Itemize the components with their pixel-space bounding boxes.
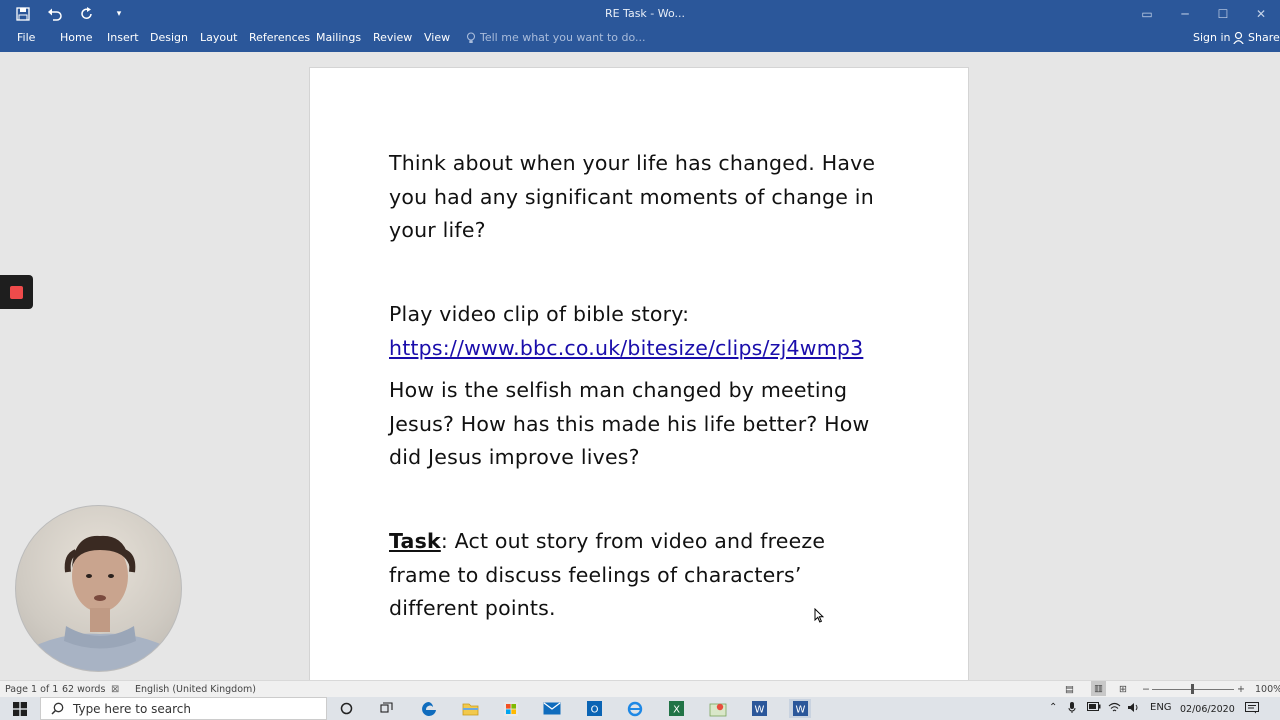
lightbulb-icon: [466, 31, 476, 43]
tell-me-placeholder: Tell me what you want to do...: [480, 31, 646, 44]
word-count[interactable]: 62 words: [62, 684, 105, 695]
store-icon[interactable]: [500, 699, 522, 718]
ribbon-display-options-icon[interactable]: ▭: [1128, 0, 1166, 28]
task-text: : Act out story from video and freeze fr…: [389, 529, 826, 621]
tab-references[interactable]: References: [249, 31, 310, 44]
outlook-icon[interactable]: O: [583, 699, 605, 718]
mouse-cursor-icon: [814, 608, 824, 623]
svg-text:O: O: [590, 705, 598, 716]
paragraph-video-clip[interactable]: Play video clip of bible story:: [389, 298, 889, 332]
language-indicator[interactable]: English (United Kingdom): [135, 684, 256, 695]
taskbar-search-box[interactable]: Type here to search: [40, 697, 327, 720]
cortana-icon[interactable]: [335, 699, 357, 718]
title-bar: ▾ RE Task - Wo... ▭ ─ ☐ ✕: [0, 0, 1280, 28]
maps-icon[interactable]: [707, 699, 729, 718]
word-icon[interactable]: W: [748, 699, 770, 718]
tab-mailings[interactable]: Mailings: [316, 31, 361, 44]
document-page[interactable]: Think about when your life has changed. …: [309, 67, 969, 687]
share-button[interactable]: Share: [1233, 31, 1280, 44]
task-view-icon[interactable]: [375, 699, 397, 718]
read-mode-icon[interactable]: ▤: [1065, 684, 1074, 695]
search-icon: [51, 702, 64, 715]
excel-icon[interactable]: X: [665, 699, 687, 718]
zoom-in-button[interactable]: +: [1237, 684, 1245, 695]
show-hidden-icons-icon[interactable]: ⌃: [1049, 702, 1057, 713]
word-active-window-icon[interactable]: W: [789, 699, 811, 718]
page-count[interactable]: Page 1 of 1: [5, 684, 58, 695]
print-layout-icon[interactable]: ▥: [1091, 681, 1106, 696]
tab-layout[interactable]: Layout: [200, 31, 237, 44]
tab-home[interactable]: Home: [60, 31, 92, 44]
system-date[interactable]: 02/06/2020: [1180, 704, 1235, 715]
tab-design[interactable]: Design: [150, 31, 188, 44]
share-label: Share: [1248, 31, 1280, 44]
document-canvas[interactable]: Think about when your life has changed. …: [0, 52, 1280, 687]
status-bar: Page 1 of 1 62 words ⊠ English (United K…: [0, 680, 1280, 697]
bbc-bitesize-link[interactable]: https://www.bbc.co.uk/bitesize/clips/zj4…: [389, 336, 863, 360]
zoom-slider-thumb[interactable]: [1191, 684, 1194, 694]
close-icon[interactable]: ✕: [1242, 0, 1280, 28]
mail-icon[interactable]: [541, 699, 563, 718]
internet-explorer-icon[interactable]: [624, 699, 646, 718]
tab-review[interactable]: Review: [373, 31, 412, 44]
sign-in-link[interactable]: Sign in: [1193, 31, 1231, 44]
taskbar-search-placeholder: Type here to search: [73, 701, 191, 716]
input-language[interactable]: ENG: [1150, 702, 1172, 713]
maximize-icon[interactable]: ☐: [1204, 0, 1242, 28]
document-title: RE Task - Wo...: [604, 7, 686, 20]
window-controls: ▭ ─ ☐ ✕: [1128, 0, 1280, 28]
proofing-icon[interactable]: ⊠: [111, 684, 119, 695]
svg-text:W: W: [795, 705, 805, 716]
file-explorer-icon[interactable]: [459, 699, 481, 718]
edge-icon[interactable]: [418, 699, 440, 718]
microphone-icon[interactable]: [1068, 702, 1076, 717]
tab-file[interactable]: File: [17, 31, 35, 44]
zoom-out-button[interactable]: −: [1142, 684, 1150, 695]
presenter-silhouette-icon: [16, 535, 181, 671]
battery-icon[interactable]: [1087, 702, 1101, 714]
webcam-overlay: [15, 505, 182, 672]
stop-recording-button[interactable]: [0, 275, 33, 309]
network-icon[interactable]: [1108, 702, 1121, 716]
windows-start-icon[interactable]: [0, 697, 40, 720]
action-center-icon[interactable]: [1245, 702, 1259, 717]
stop-icon: [10, 285, 23, 299]
task-label: Task: [389, 529, 441, 553]
paragraph-life-changes[interactable]: Think about when your life has changed. …: [389, 147, 889, 248]
volume-icon[interactable]: [1127, 702, 1140, 716]
svg-text:X: X: [673, 705, 680, 716]
person-icon: [1233, 31, 1244, 44]
paragraph-questions[interactable]: How is the selfish man changed by meetin…: [389, 374, 889, 475]
tell-me-box[interactable]: Tell me what you want to do...: [466, 31, 646, 44]
taskbar: Type here to search O X W W ⌃ ENG 02/06/…: [0, 697, 1280, 720]
minimize-icon[interactable]: ─: [1166, 0, 1204, 28]
tab-insert[interactable]: Insert: [107, 31, 139, 44]
svg-text:W: W: [754, 705, 764, 716]
tab-view[interactable]: View: [424, 31, 450, 44]
web-layout-icon[interactable]: ⊞: [1119, 684, 1127, 695]
paragraph-link: https://www.bbc.co.uk/bitesize/clips/zj4…: [389, 332, 889, 366]
zoom-level[interactable]: 100%: [1255, 684, 1280, 695]
ribbon-tabs: File Home Insert Design Layout Reference…: [0, 28, 1280, 52]
